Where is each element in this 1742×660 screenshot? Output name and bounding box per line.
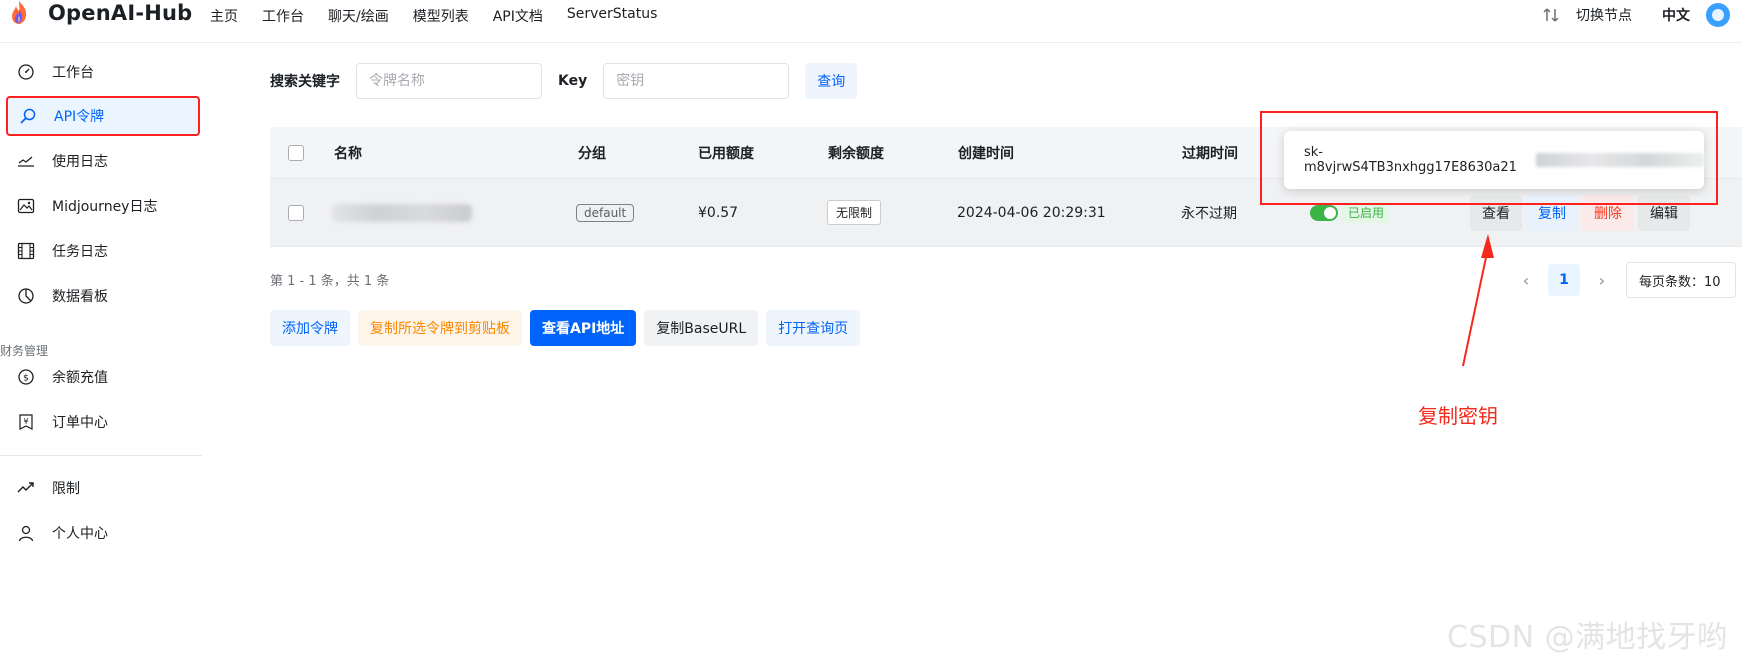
remaining-quota-cell: 无限制 — [827, 179, 882, 246]
top-header: OpenAI-Hub 主页 工作台 聊天/绘画 模型列表 API文档 Serve… — [0, 0, 1742, 43]
dashboard-icon — [16, 62, 36, 82]
image-icon — [16, 196, 36, 216]
language-select[interactable]: 中文 — [1662, 5, 1690, 25]
dollar-icon: $ — [16, 367, 36, 387]
row-select-cell — [288, 179, 304, 246]
sidebar-item-task-log[interactable]: 任务日志 — [6, 231, 200, 271]
chevron-left-icon[interactable]: ‹ — [1512, 266, 1540, 294]
created-time-cell: 2024-04-06 20:29:31 — [957, 204, 1106, 221]
sidebar-item-api-token[interactable]: API令牌 — [6, 96, 200, 136]
flame-logo-icon[interactable] — [8, 0, 30, 26]
secret-key-input[interactable] — [603, 63, 790, 99]
page-size-select[interactable]: 每页条数：10 — [1626, 262, 1736, 298]
token-name-cell — [332, 179, 472, 246]
sidebar-item-label: 订单中心 — [52, 415, 108, 431]
annotation-arrow — [1462, 234, 1494, 367]
copy-base-url-button[interactable]: 复制BaseURL — [644, 310, 759, 346]
select-all-cell — [288, 127, 304, 178]
avatar[interactable] — [1706, 3, 1730, 27]
sidebar-item-label: Midjourney日志 — [52, 199, 158, 215]
svg-text:$: $ — [23, 374, 29, 384]
nav-server-status[interactable]: ServerStatus — [567, 6, 658, 26]
api-key-text[interactable]: sk-m8vjrwS4TB3nxhgg17E8630a21 — [1304, 145, 1534, 175]
group-cell: default — [576, 179, 635, 246]
column-header-used[interactable]: 已用额度 — [698, 127, 754, 178]
switch-node-icon[interactable] — [1542, 6, 1560, 24]
blurred-token-name — [332, 203, 472, 222]
add-token-button[interactable]: 添加令牌 — [270, 310, 350, 346]
sidebar-item-label: 数据看板 — [52, 289, 108, 305]
sidebar-item-data-board[interactable]: 数据看板 — [6, 276, 200, 316]
query-button[interactable]: 查询 — [805, 63, 858, 99]
copy-selected-button[interactable]: 复制所选令牌到剪贴板 — [358, 310, 522, 346]
column-header-name[interactable]: 名称 — [334, 127, 362, 178]
sidebar-item-profile[interactable]: 个人中心 — [6, 513, 200, 553]
sidebar-item-orders[interactable]: ¥ 订单中心 — [6, 402, 200, 442]
used-quota-cell: ¥0.57 — [698, 204, 739, 221]
nav-chat[interactable]: 聊天/绘画 — [328, 6, 389, 26]
nav-workbench[interactable]: 工作台 — [262, 6, 304, 26]
sidebar-item-label: 任务日志 — [52, 244, 108, 260]
pagination-info: 第 1 - 1 条，共 1 条 — [270, 274, 390, 289]
nav-api-docs[interactable]: API文档 — [493, 6, 543, 26]
action-buttons: 添加令牌 复制所选令牌到剪贴板 查看API地址 复制BaseURL 打开查询页 — [270, 310, 868, 346]
sidebar-item-recharge[interactable]: $ 余额充值 — [6, 357, 200, 397]
sidebar-item-limit[interactable]: 限制 — [6, 468, 200, 508]
column-header-group[interactable]: 分组 — [578, 127, 606, 178]
open-query-page-button[interactable]: 打开查询页 — [766, 310, 861, 346]
svg-text:¥: ¥ — [23, 417, 28, 426]
sidebar-item-label: 使用日志 — [52, 154, 108, 170]
select-all-checkbox[interactable] — [288, 144, 304, 161]
sidebar-item-usage-log[interactable]: 使用日志 — [6, 141, 200, 181]
pagination: ‹ 1 › 每页条数：10 — [1512, 262, 1736, 298]
remaining-tag: 无限制 — [827, 200, 882, 225]
brand-name[interactable]: OpenAI-Hub — [48, 1, 192, 25]
annotation-label: 复制密钥 — [1418, 404, 1498, 428]
search-row: 搜索关键字 Key 查询 — [270, 63, 858, 99]
status-toggle[interactable] — [1310, 204, 1338, 221]
trend-icon — [16, 478, 36, 498]
sidebar-item-label: 限制 — [52, 481, 80, 497]
key-label: Key — [558, 73, 588, 89]
token-name-input[interactable] — [356, 63, 542, 99]
pie-chart-icon — [16, 286, 36, 306]
sidebar-item-workbench[interactable]: 工作台 — [6, 52, 200, 92]
header-right: 切换节点 中文 — [1542, 3, 1730, 27]
log-icon — [16, 151, 36, 171]
sidebar-item-label: 个人中心 — [52, 526, 108, 542]
sidebar-item-label: 余额充值 — [52, 370, 108, 386]
search-key-icon — [18, 106, 38, 126]
status-badge: 已启用 — [1342, 202, 1391, 223]
user-icon — [16, 523, 36, 543]
sidebar-item-label: API令牌 — [54, 109, 105, 125]
key-popover: sk-m8vjrwS4TB3nxhgg17E8630a21 — [1284, 131, 1704, 189]
sidebar-divider — [0, 455, 202, 456]
nav-models[interactable]: 模型列表 — [413, 6, 469, 26]
switch-node-button[interactable]: 切换节点 — [1576, 5, 1632, 25]
column-header-remaining[interactable]: 剩余额度 — [828, 127, 884, 178]
keyword-label: 搜索关键字 — [270, 74, 340, 90]
row-checkbox[interactable] — [288, 204, 304, 221]
column-header-created[interactable]: 创建时间 — [958, 127, 1014, 178]
blurred-key-remainder — [1535, 153, 1704, 167]
view-api-address-button[interactable]: 查看API地址 — [530, 310, 637, 346]
sidebar: 工作台 API令牌 使用日志 Midjourney日志 任务日志 数据看板 财务… — [0, 44, 202, 660]
top-nav: 主页 工作台 聊天/绘画 模型列表 API文档 ServerStatus — [210, 6, 681, 26]
sidebar-item-label: 工作台 — [52, 65, 94, 81]
group-tag: default — [576, 203, 635, 222]
sidebar-item-midjourney-log[interactable]: Midjourney日志 — [6, 186, 200, 226]
yen-icon: ¥ — [16, 412, 36, 432]
column-header-expires[interactable]: 过期时间 — [1182, 127, 1238, 178]
expires-cell: 永不过期 — [1181, 205, 1237, 222]
watermark: CSDN @满地找牙哟 — [1447, 620, 1728, 655]
film-icon — [16, 241, 36, 261]
page-number-current[interactable]: 1 — [1548, 264, 1580, 296]
chevron-right-icon[interactable]: › — [1588, 266, 1616, 294]
nav-home[interactable]: 主页 — [210, 6, 238, 26]
